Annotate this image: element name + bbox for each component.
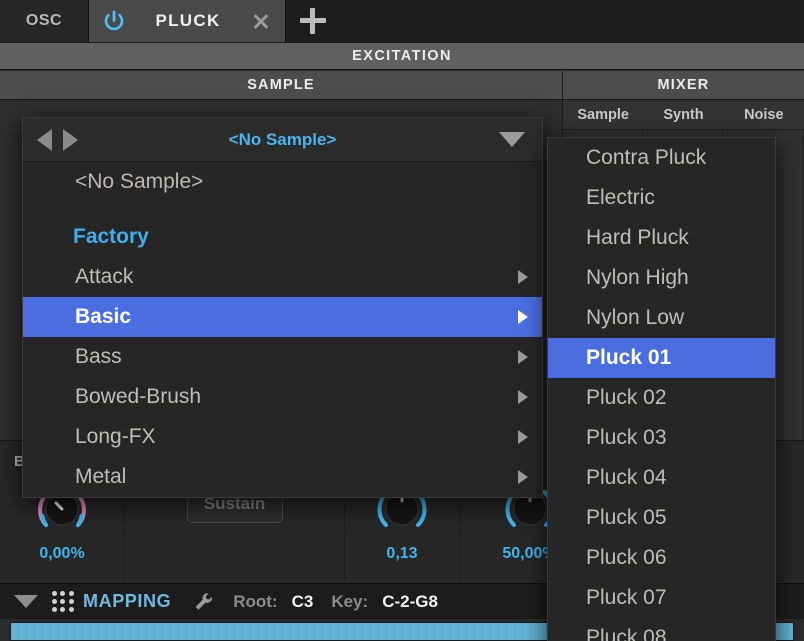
key-value[interactable]: C-2-G8 [382, 592, 438, 612]
tab-bar: OSC PLUCK [0, 0, 804, 42]
tab-osc-label: OSC [25, 12, 63, 29]
menu-item-label: Long-FX [75, 425, 156, 448]
root-value[interactable]: C3 [292, 592, 314, 612]
submenu-item-pluck-07[interactable]: Pluck 07 [548, 578, 775, 618]
submenu-item-pluck-08[interactable]: Pluck 08 [548, 618, 775, 641]
mixer-label: MIXER [657, 77, 710, 93]
knob-value-3: 0,13 [386, 545, 418, 562]
menu-item-label: Basic [75, 305, 132, 328]
menu-item-basic[interactable]: Basic [23, 297, 542, 337]
mixer-column-noise[interactable]: Noise [724, 107, 804, 123]
mixer-column-labels: Sample Synth Noise [563, 100, 804, 130]
chevron-right-icon [518, 350, 528, 364]
mixer-column-synth[interactable]: Synth [643, 107, 723, 123]
submenu-item-label: Nylon Low [586, 306, 685, 329]
submenu-item-label: Pluck 08 [586, 626, 667, 641]
menu-group-label: Factory [73, 225, 149, 248]
root-label: Root: [233, 591, 278, 611]
chevron-right-icon [518, 310, 528, 324]
mixer-column-sample[interactable]: Sample [563, 107, 643, 123]
menu-item-bass[interactable]: Bass [23, 337, 542, 377]
grid-dots-icon[interactable] [52, 590, 74, 613]
submenu-item-label: Contra Pluck [586, 146, 707, 169]
menu-item-bowed-brush[interactable]: Bowed-Brush [23, 377, 542, 417]
submenu-item-hard-pluck[interactable]: Hard Pluck [548, 218, 775, 258]
submenu-item-contra-pluck[interactable]: Contra Pluck [548, 138, 775, 178]
sample-submenu: Contra Pluck Electric Hard Pluck Nylon H… [547, 137, 776, 641]
submenu-item-label: Electric [586, 186, 655, 209]
chevron-right-icon [518, 270, 528, 284]
submenu-item-label: Pluck 07 [586, 586, 667, 609]
excitation-header: EXCITATION [0, 42, 804, 70]
tab-pluck-label: PLUCK [155, 11, 221, 30]
panel-header-row: SAMPLE MIXER [0, 71, 804, 100]
menu-item-label: Bass [75, 345, 122, 368]
browser-current-sample: <No Sample> [228, 129, 337, 149]
submenu-item-nylon-high[interactable]: Nylon High [548, 258, 775, 298]
sample-panel-header: SAMPLE [0, 71, 563, 99]
menu-item-long-fx[interactable]: Long-FX [23, 417, 542, 457]
triangle-down-icon[interactable] [14, 595, 38, 608]
submenu-item-label: Pluck 05 [586, 506, 667, 529]
menu-item-no-sample[interactable]: <No Sample> [23, 162, 542, 202]
submenu-item-pluck-02[interactable]: Pluck 02 [548, 378, 775, 418]
power-icon[interactable] [103, 10, 125, 32]
menu-item-label: <No Sample> [75, 170, 204, 193]
plus-icon [300, 8, 326, 34]
knob-value-1: 0,00% [39, 545, 85, 562]
excitation-label: EXCITATION [352, 48, 452, 64]
submenu-item-label: Pluck 02 [586, 386, 667, 409]
close-icon[interactable] [251, 11, 271, 31]
triangle-down-icon[interactable] [499, 132, 525, 147]
submenu-item-nylon-low[interactable]: Nylon Low [548, 298, 775, 338]
mixer-panel-header: MIXER [563, 71, 804, 99]
sample-browser-header: <No Sample> [23, 118, 542, 162]
submenu-item-pluck-01[interactable]: Pluck 01 [548, 338, 775, 378]
tab-osc[interactable]: OSC [0, 0, 89, 42]
menu-item-metal[interactable]: Metal [23, 457, 542, 497]
menu-spacer [23, 202, 542, 217]
sample-label: SAMPLE [247, 77, 315, 93]
chevron-right-icon [518, 470, 528, 484]
submenu-item-electric[interactable]: Electric [548, 178, 775, 218]
chevron-right-icon [518, 430, 528, 444]
menu-item-label: Metal [75, 465, 127, 488]
menu-item-label: Bowed-Brush [75, 385, 202, 408]
menu-item-attack[interactable]: Attack [23, 257, 542, 297]
menu-item-label: Attack [75, 265, 134, 288]
key-label: Key: [331, 591, 369, 611]
sample-browser-dropdown: <No Sample> <No Sample> Factory Attack B… [22, 117, 543, 498]
submenu-item-pluck-05[interactable]: Pluck 05 [548, 498, 775, 538]
menu-group-factory: Factory [23, 217, 542, 257]
submenu-item-label: Hard Pluck [586, 226, 689, 249]
submenu-item-label: Pluck 04 [586, 466, 667, 489]
submenu-item-label: Nylon High [586, 266, 689, 289]
submenu-item-pluck-03[interactable]: Pluck 03 [548, 418, 775, 458]
submenu-item-pluck-06[interactable]: Pluck 06 [548, 538, 775, 578]
chevron-right-icon [518, 390, 528, 404]
tab-pluck[interactable]: PLUCK [89, 0, 286, 42]
submenu-item-label: Pluck 06 [586, 546, 667, 569]
wrench-icon[interactable] [193, 591, 215, 613]
submenu-item-pluck-04[interactable]: Pluck 04 [548, 458, 775, 498]
submenu-item-label: Pluck 01 [586, 346, 672, 369]
add-tab-button[interactable] [286, 0, 340, 42]
plugin-window: OSC PLUCK EXCITATION SAMPLE MIXER Sample… [0, 0, 804, 641]
mapping-title: MAPPING [83, 591, 172, 611]
submenu-item-label: Pluck 03 [586, 426, 667, 449]
